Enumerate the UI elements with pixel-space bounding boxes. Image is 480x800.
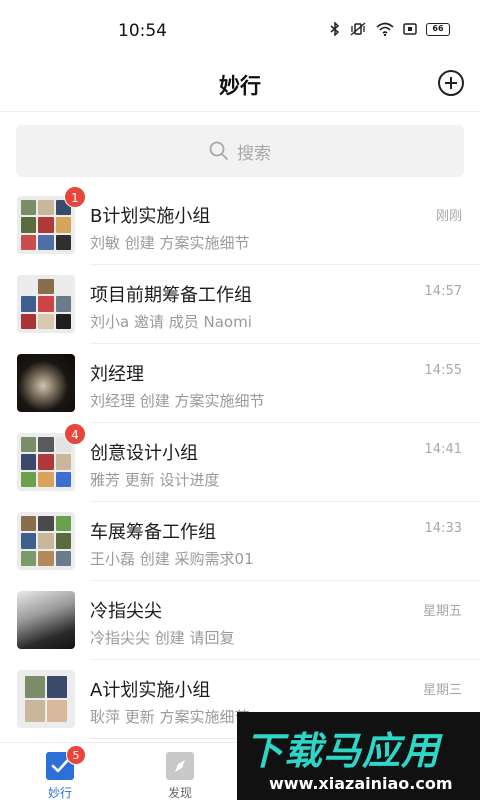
watermark-url: www.xiazainiao.com	[269, 774, 453, 793]
chat-item[interactable]: 项目前期筹备工作组 刘小a 邀请 成员 Naomi 14:57	[0, 265, 480, 344]
chat-item[interactable]: 刘经理 刘经理 创建 方案实施细节 14:55	[0, 344, 480, 423]
battery-icon: 66	[426, 22, 450, 36]
chat-name: B计划实施小组	[90, 206, 211, 227]
chat-preview: 刘小a 邀请 成员 Naomi	[90, 313, 252, 331]
chat-name: 车展筹备工作组	[90, 522, 216, 543]
chat-preview: 冷指尖尖 创建 请回复	[90, 629, 235, 647]
bluetooth-icon	[330, 22, 340, 36]
search-placeholder: 搜索	[237, 143, 271, 164]
unread-badge: 1	[64, 186, 86, 208]
watermark-banner: 下载马应用 www.xiazainiao.com	[237, 712, 480, 800]
chat-preview: 雅芳 更新 设计进度	[90, 471, 220, 489]
chat-preview: 王小磊 创建 采购需求01	[90, 550, 254, 568]
chat-name: A计划实施小组	[90, 680, 211, 701]
tab-label: 妙行	[47, 786, 72, 800]
chat-name: 冷指尖尖	[90, 601, 162, 622]
watermark-title: 下载马应用	[245, 729, 441, 773]
search-icon	[209, 141, 228, 160]
status-icons: 66	[330, 22, 450, 36]
group-avatar	[17, 512, 75, 570]
chat-name: 创意设计小组	[90, 443, 198, 464]
group-avatar	[17, 275, 75, 333]
status-time: 10:54	[118, 21, 167, 41]
chat-time: 14:33	[424, 521, 462, 536]
chat-preview: 耿萍 更新 方案实施细节	[90, 708, 250, 726]
tab-miaoxing[interactable]: 5 妙行	[0, 743, 120, 800]
chat-time: 星期三	[422, 683, 462, 698]
chat-time: 星期五	[422, 604, 462, 619]
vibrate-icon	[350, 22, 366, 36]
sim-icon	[403, 23, 417, 35]
chat-list: 1 B计划实施小组 刘敏 创建 方案实施细节 刚刚 项目前期筹备工作组 刘小a …	[0, 186, 480, 739]
add-button[interactable]	[438, 70, 464, 96]
tab-badge: 5	[66, 745, 86, 765]
tab-label: 发现	[167, 786, 192, 800]
chat-time: 刚刚	[435, 209, 462, 224]
user-avatar	[17, 354, 75, 412]
chat-time: 14:57	[424, 284, 462, 299]
chat-item[interactable]: 车展筹备工作组 王小磊 创建 采购需求01 14:33	[0, 502, 480, 581]
chat-item[interactable]: 冷指尖尖 冷指尖尖 创建 请回复 星期五	[0, 581, 480, 660]
chat-time: 14:55	[424, 363, 462, 378]
chat-preview: 刘敏 创建 方案实施细节	[90, 234, 250, 252]
status-bar: 10:54 66	[0, 0, 480, 60]
user-avatar	[17, 591, 75, 649]
chat-preview: 刘经理 创建 方案实施细节	[90, 392, 265, 410]
nav-bar: 妙行	[0, 60, 480, 112]
search-input[interactable]: 搜索	[16, 125, 464, 177]
tab-discover[interactable]: 发现	[120, 743, 240, 800]
chat-time: 14:41	[424, 442, 462, 457]
chat-name: 项目前期筹备工作组	[90, 285, 252, 306]
page-title: 妙行	[219, 74, 261, 98]
wifi-icon	[376, 22, 394, 36]
chat-name: 刘经理	[90, 364, 144, 385]
group-avatar	[17, 670, 75, 728]
chat-item[interactable]: 1 B计划实施小组 刘敏 创建 方案实施细节 刚刚	[0, 186, 480, 265]
compass-icon	[165, 751, 195, 781]
unread-badge: 4	[64, 423, 86, 445]
chat-item[interactable]: 4 创意设计小组 雅芳 更新 设计进度 14:41	[0, 423, 480, 502]
